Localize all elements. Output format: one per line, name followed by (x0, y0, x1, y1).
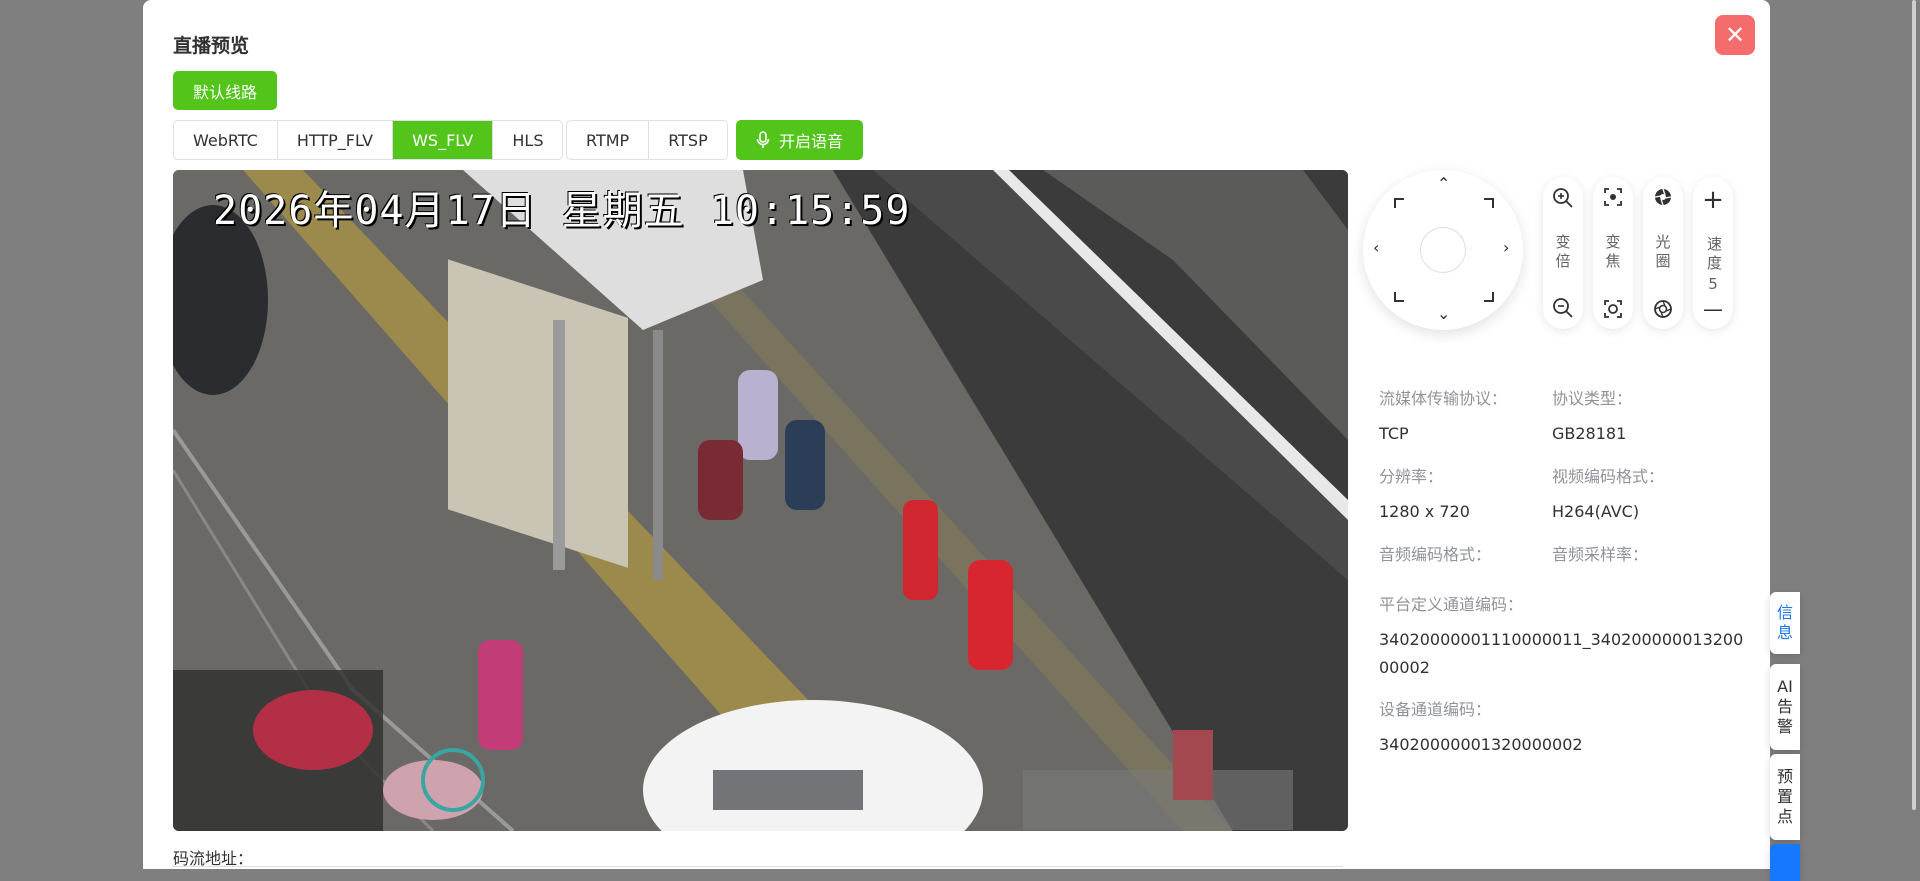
protocol-ws-flv[interactable]: WS_FLV (393, 121, 494, 159)
speed-plus-icon[interactable]: + (1702, 187, 1724, 213)
protocol-webrtc[interactable]: WebRTC (174, 121, 278, 159)
iris-open-icon[interactable] (1653, 187, 1673, 207)
ptz-center-button[interactable] (1420, 227, 1466, 273)
focus-control: 变焦 (1593, 177, 1633, 329)
device-channel-value: 34020000001320000002 (1379, 735, 1583, 754)
protocol-rtmp[interactable]: RTMP (567, 121, 650, 159)
default-route-button[interactable]: 默认线路 (173, 71, 278, 110)
close-button[interactable]: ✕ (1715, 15, 1755, 55)
ptz-right-icon[interactable]: › (1503, 240, 1509, 256)
live-preview-dialog: 直播预览 ✕ 默认线路 WebRTC HTTP_FLV WS_FLV HLS R… (143, 0, 1770, 869)
protocol-hls[interactable]: HLS (493, 121, 562, 159)
side-tab-ai-alarm[interactable]: AI告警 (1770, 664, 1800, 750)
resolution-key: 分辨率： (1379, 467, 1444, 486)
ptz-down-right-icon[interactable] (1484, 292, 1494, 302)
side-tab-preset[interactable]: 预置点 (1770, 754, 1800, 840)
speed-minus-icon[interactable]: — (1703, 299, 1723, 319)
zoom-control: 变倍 (1543, 177, 1583, 329)
playback-protocol-group: WebRTC HTTP_FLV WS_FLV HLS (173, 120, 564, 160)
protocol-rtsp[interactable]: RTSP (649, 121, 727, 159)
side-tab-info[interactable]: 信息 (1770, 592, 1800, 654)
side-tab-more[interactable] (1770, 844, 1800, 881)
transport-protocol-key: 流媒体传输协议： (1379, 389, 1508, 408)
focus-label: 变焦 (1603, 234, 1622, 272)
resolution-value: 1280 x 720 (1379, 502, 1470, 521)
protocol-type-key: 协议类型： (1552, 389, 1633, 408)
speed-label: 速度 5 (1705, 236, 1723, 293)
focus-near-icon[interactable] (1603, 187, 1623, 207)
video-player[interactable]: 2026年04月17日 星期五 10:15:59 (173, 170, 1348, 831)
audio-rate-key: 音频采样率： (1552, 545, 1649, 564)
ptz-down-icon[interactable]: ⌄ (1437, 306, 1450, 322)
ptz-up-right-icon[interactable] (1484, 198, 1494, 208)
ptz-left-icon[interactable]: ‹ (1373, 240, 1379, 256)
iris-control: 光圈 (1643, 177, 1683, 329)
platform-channel-value-line-1: 34020000001110000011_340200000013200 (1379, 630, 1744, 649)
transport-protocol-value: TCP (1379, 424, 1409, 443)
dialog-title: 直播预览 (173, 35, 250, 57)
protocol-type-value: GB28181 (1552, 424, 1627, 443)
ptz-up-left-icon[interactable] (1394, 198, 1404, 208)
ptz-down-left-icon[interactable] (1394, 292, 1404, 302)
focus-far-icon[interactable] (1603, 299, 1623, 319)
microphone-icon (756, 131, 770, 148)
video-codec-value: H264(AVC) (1552, 502, 1640, 521)
platform-channel-key: 平台定义通道编码： (1379, 595, 1524, 614)
zoom-label: 变倍 (1553, 234, 1572, 272)
stream-address-divider (173, 866, 1343, 867)
voice-button-label: 开启语音 (779, 132, 844, 151)
protocol-http-flv[interactable]: HTTP_FLV (278, 121, 394, 159)
ptz-up-icon[interactable]: ⌃ (1437, 176, 1450, 192)
speed-control: + 速度 5 — (1693, 177, 1733, 329)
voice-button[interactable]: 开启语音 (736, 120, 864, 160)
speed-value: 5 (1708, 275, 1718, 293)
platform-channel-value-line-2: 00002 (1379, 658, 1430, 677)
push-protocol-group: RTMP RTSP (566, 120, 728, 160)
video-osd-timestamp: 2026年04月17日 星期五 10:15:59 (213, 188, 911, 234)
iris-close-icon[interactable] (1653, 299, 1673, 319)
zoom-out-icon[interactable] (1552, 297, 1574, 319)
page-scrollbar[interactable] (1912, 0, 1916, 810)
video-codec-key: 视频编码格式： (1552, 467, 1665, 486)
zoom-in-icon[interactable] (1552, 187, 1574, 209)
audio-codec-key: 音频编码格式： (1379, 545, 1492, 564)
iris-label: 光圈 (1653, 234, 1672, 272)
device-channel-key: 设备通道编码： (1379, 700, 1492, 719)
close-icon: ✕ (1724, 21, 1746, 49)
video-frame (173, 170, 1348, 831)
ptz-joystick: ⌃ ⌄ ‹ › (1363, 170, 1523, 330)
